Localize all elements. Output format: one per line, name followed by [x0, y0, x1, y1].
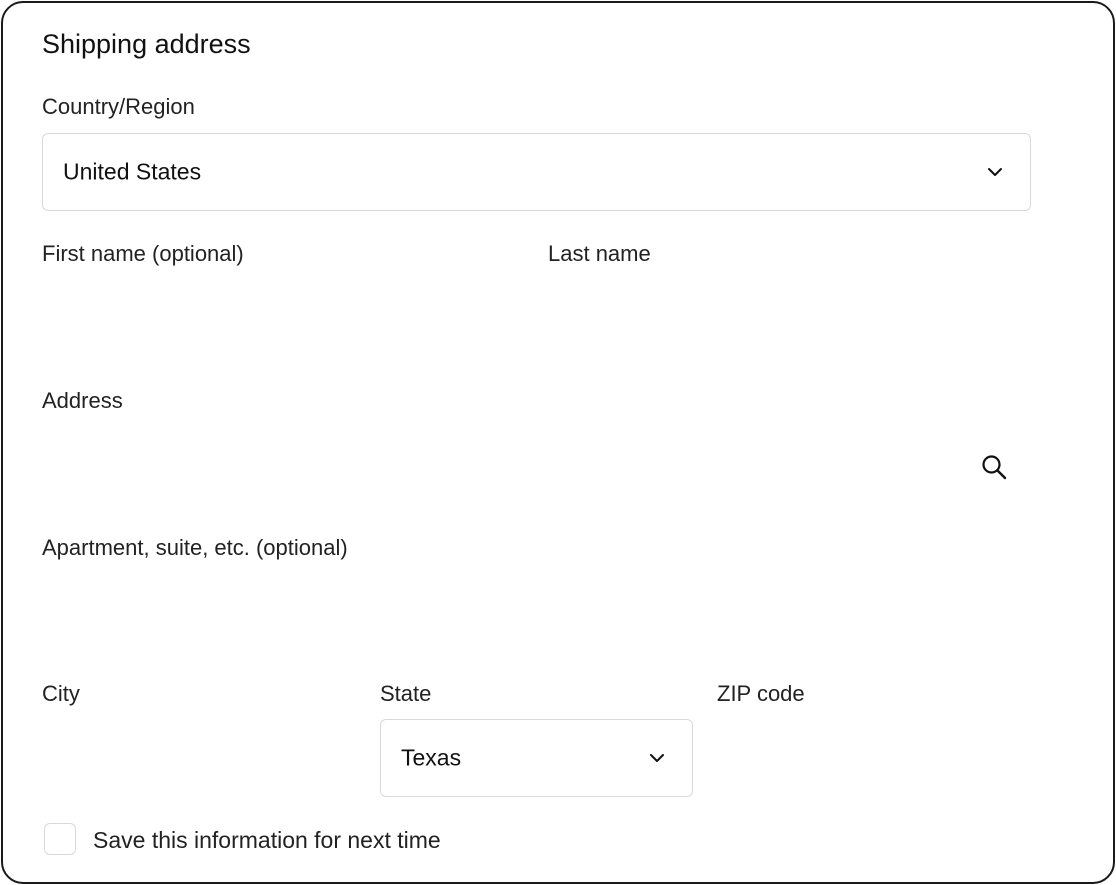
state-select[interactable]: Texas — [380, 719, 693, 797]
save-info-label[interactable]: Save this information for next time — [93, 827, 441, 854]
shipping-address-card: Shipping address Country/Region United S… — [1, 1, 1115, 884]
address-field[interactable] — [42, 427, 972, 505]
zip-label: ZIP code — [717, 681, 805, 706]
zip-field[interactable] — [717, 719, 1031, 797]
search-icon[interactable] — [980, 453, 1008, 481]
last-name-label: Last name — [548, 241, 651, 266]
city-label: City — [42, 681, 80, 706]
city-field[interactable] — [42, 719, 360, 797]
section-title: Shipping address — [42, 29, 251, 59]
first-name-label: First name (optional) — [42, 241, 244, 266]
apartment-label: Apartment, suite, etc. (optional) — [42, 535, 348, 560]
country-value: United States — [63, 158, 202, 185]
last-name-field[interactable] — [548, 279, 1031, 357]
first-name-field[interactable] — [42, 279, 530, 357]
chevron-down-icon — [650, 754, 664, 762]
country-label: Country/Region — [42, 94, 195, 119]
country-select[interactable]: United States — [42, 133, 1031, 211]
chevron-down-icon — [988, 168, 1002, 176]
apartment-field[interactable] — [42, 573, 1031, 651]
state-value: Texas — [401, 744, 462, 771]
state-label: State — [380, 681, 432, 706]
address-label: Address — [42, 388, 123, 413]
save-info-checkbox[interactable] — [44, 823, 76, 855]
